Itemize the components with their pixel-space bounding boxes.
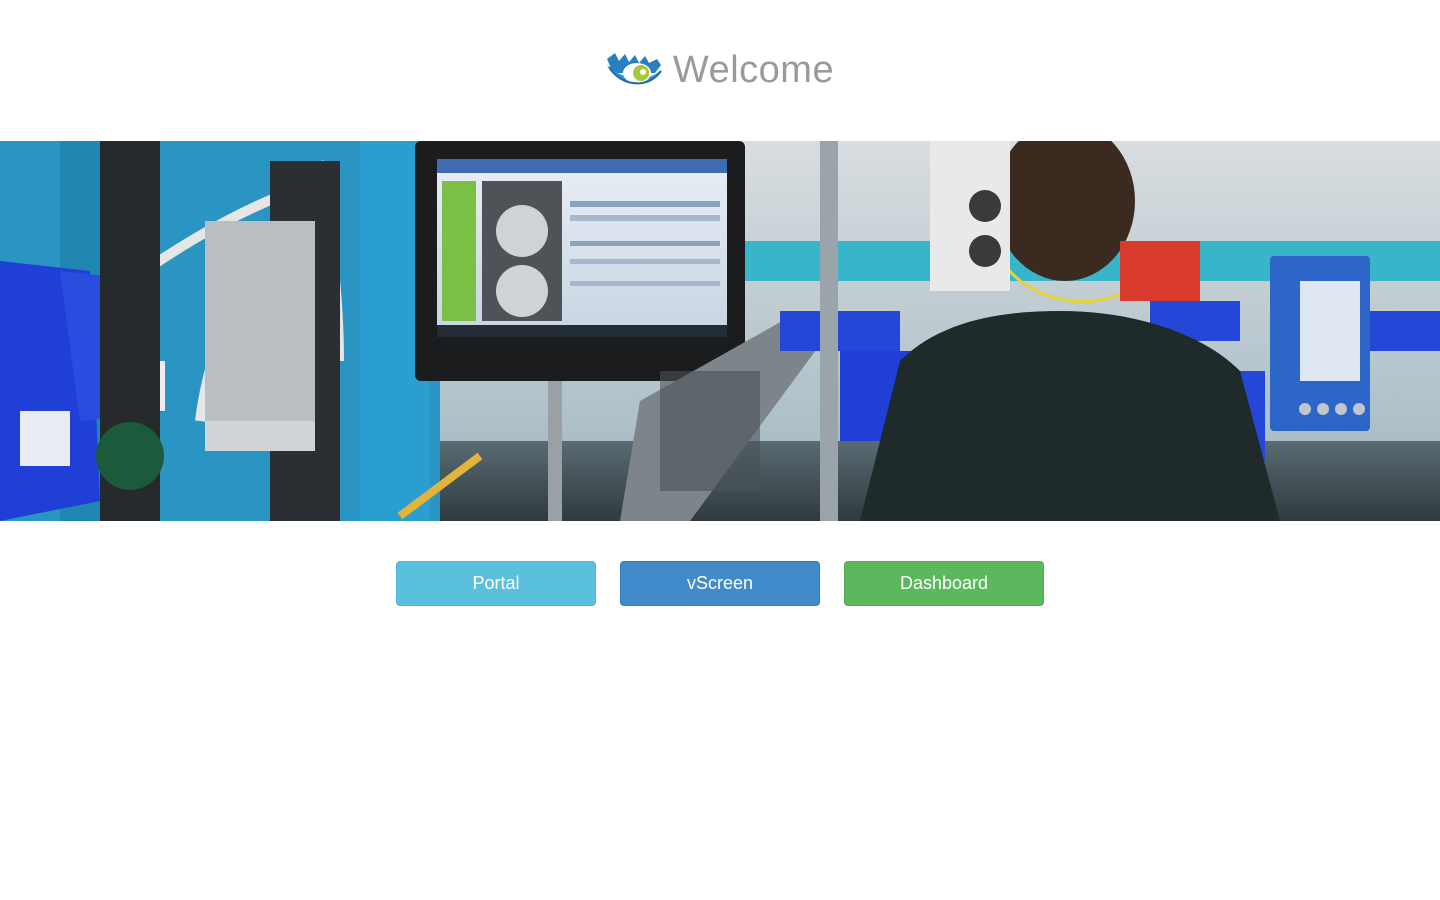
page-title: Welcome bbox=[672, 49, 835, 91]
action-buttons: Portal vScreen Dashboard bbox=[0, 561, 1440, 606]
factory-floor-photo bbox=[0, 141, 1440, 521]
brand: Welcome bbox=[605, 49, 834, 92]
hero-image bbox=[0, 141, 1440, 521]
eye-logo-icon bbox=[606, 52, 662, 84]
dashboard-button[interactable]: Dashboard bbox=[844, 561, 1044, 606]
page-header: Welcome bbox=[0, 0, 1440, 141]
vscreen-button[interactable]: vScreen bbox=[620, 561, 820, 606]
portal-button[interactable]: Portal bbox=[396, 561, 596, 606]
